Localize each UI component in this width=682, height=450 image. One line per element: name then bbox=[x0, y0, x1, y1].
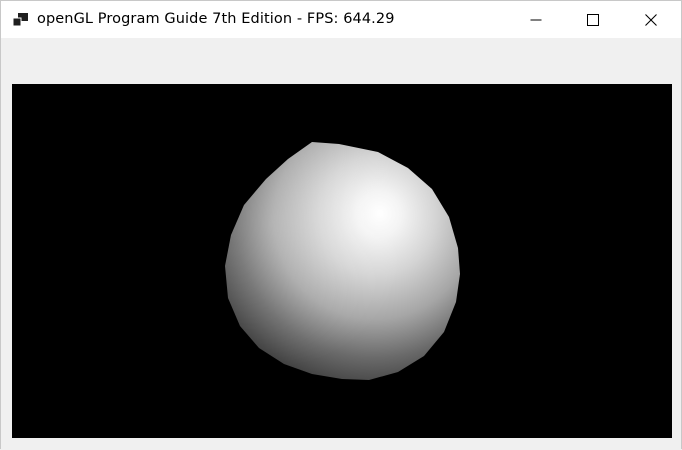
close-button[interactable] bbox=[622, 1, 680, 38]
title-bar[interactable]: openGL Program Guide 7th Edition - FPS: … bbox=[1, 1, 681, 38]
minimize-button[interactable] bbox=[507, 1, 565, 38]
lit-sphere bbox=[225, 142, 460, 380]
sphere-rim-light bbox=[225, 142, 460, 380]
application-window: openGL Program Guide 7th Edition - FPS: … bbox=[0, 0, 682, 450]
maximize-button[interactable] bbox=[564, 1, 622, 38]
maximize-icon bbox=[587, 13, 599, 26]
client-area-bottom bbox=[1, 438, 681, 450]
close-icon bbox=[645, 13, 657, 26]
minimize-icon bbox=[530, 14, 542, 26]
window-title: openGL Program Guide 7th Edition - FPS: … bbox=[37, 11, 395, 27]
opengl-viewport[interactable] bbox=[12, 84, 672, 438]
opengl-canvas bbox=[225, 142, 460, 380]
client-area-top bbox=[1, 38, 681, 83]
app-window-icon bbox=[12, 12, 29, 27]
